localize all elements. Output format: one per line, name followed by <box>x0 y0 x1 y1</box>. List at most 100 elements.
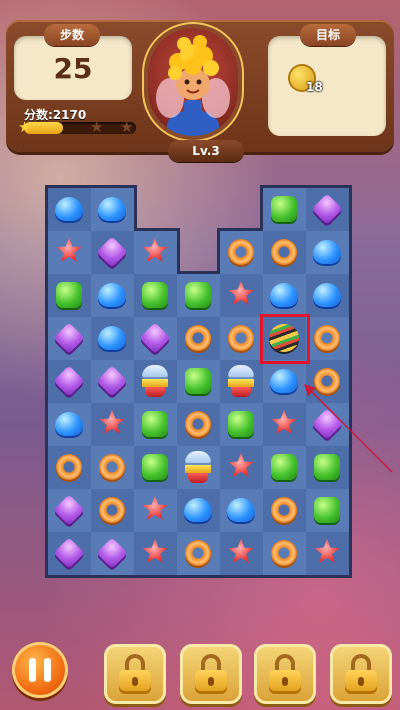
candy-blue[interactable] <box>49 189 89 229</box>
green-candy-icon <box>185 282 211 308</box>
donut-candy-icon <box>271 540 297 566</box>
candy-green[interactable] <box>264 447 304 487</box>
goal-tab: 目标 <box>300 24 356 46</box>
capsule-base <box>145 387 165 397</box>
candy-purple[interactable] <box>92 533 132 573</box>
capsule-base <box>188 473 208 483</box>
star-icon: ★ <box>18 118 32 136</box>
capsule-dome <box>185 451 211 465</box>
candy-blue[interactable] <box>221 490 261 530</box>
blue-candy-icon <box>270 283 298 307</box>
candy-donut[interactable] <box>264 533 304 573</box>
candy-donut[interactable] <box>178 318 218 358</box>
candy-green[interactable] <box>135 447 175 487</box>
candy-green[interactable] <box>178 275 218 315</box>
candy-purple[interactable] <box>49 361 89 401</box>
candy-green[interactable] <box>264 189 304 229</box>
donut-candy-icon <box>271 239 297 265</box>
candy-donut[interactable] <box>264 490 304 530</box>
candy-capsule[interactable] <box>221 361 261 401</box>
candy-blue[interactable] <box>307 232 347 272</box>
locked-booster-slot[interactable] <box>180 644 242 704</box>
purple-candy-icon <box>311 193 343 225</box>
candy-blue[interactable] <box>307 275 347 315</box>
candy-donut[interactable] <box>264 232 304 272</box>
padlock-hole <box>208 677 214 686</box>
star-icon: ★ <box>120 118 134 136</box>
moves-tab: 步数 <box>44 24 100 46</box>
candy-blue[interactable] <box>264 275 304 315</box>
star-icon: ★ <box>90 118 104 136</box>
capsule-base <box>231 387 251 397</box>
candy-purple[interactable] <box>49 490 89 530</box>
capsule-band <box>228 379 254 387</box>
candy-purple[interactable] <box>49 318 89 358</box>
candy-red[interactable] <box>49 232 89 272</box>
candy-donut[interactable] <box>178 404 218 444</box>
candy-green[interactable] <box>221 404 261 444</box>
padlock-icon <box>269 654 301 694</box>
candy-blue[interactable] <box>178 490 218 530</box>
candy-red[interactable] <box>135 533 175 573</box>
pause-icon <box>44 658 51 682</box>
candy-purple[interactable] <box>92 361 132 401</box>
red-candy-icon <box>314 539 340 563</box>
blue-candy-icon <box>313 283 341 307</box>
candy-purple[interactable] <box>135 318 175 358</box>
candy-donut[interactable] <box>92 490 132 530</box>
green-candy-icon <box>314 497 340 523</box>
padlock-hole <box>282 677 288 686</box>
red-candy-icon <box>228 539 254 563</box>
green-candy-icon <box>142 282 168 308</box>
candy-blue[interactable] <box>264 361 304 401</box>
candy-donut[interactable] <box>92 447 132 487</box>
candy-red[interactable] <box>135 490 175 530</box>
blue-candy-icon <box>98 283 126 307</box>
locked-booster-slot[interactable] <box>330 644 392 704</box>
blue-candy-icon <box>270 369 298 393</box>
candy-red[interactable] <box>221 447 261 487</box>
candy-blue[interactable] <box>49 404 89 444</box>
pause-button[interactable] <box>12 642 68 698</box>
candy-green[interactable] <box>135 275 175 315</box>
candy-green[interactable] <box>49 275 89 315</box>
candy-donut[interactable] <box>221 232 261 272</box>
candy-green[interactable] <box>178 361 218 401</box>
locked-booster-slot[interactable] <box>254 644 316 704</box>
green-candy-icon <box>142 411 168 437</box>
purple-candy-icon <box>53 494 85 526</box>
highlighted-candy-frame <box>260 314 310 364</box>
candy-donut[interactable] <box>307 318 347 358</box>
candy-red[interactable] <box>135 232 175 272</box>
padlock-icon <box>195 654 227 694</box>
candy-purple[interactable] <box>49 533 89 573</box>
candy-green[interactable] <box>135 404 175 444</box>
candy-donut[interactable] <box>221 318 261 358</box>
candy-red[interactable] <box>92 404 132 444</box>
candy-green[interactable] <box>307 490 347 530</box>
candy-blue[interactable] <box>92 189 132 229</box>
candy-donut[interactable] <box>178 533 218 573</box>
blue-candy-icon <box>227 498 255 522</box>
candy-capsule[interactable] <box>178 447 218 487</box>
candy-red[interactable] <box>264 404 304 444</box>
candy-red[interactable] <box>221 275 261 315</box>
candy-capsule[interactable] <box>135 361 175 401</box>
candy-donut[interactable] <box>49 447 89 487</box>
capsule-dome <box>228 365 254 379</box>
candy-blue[interactable] <box>92 275 132 315</box>
candy-purple[interactable] <box>92 232 132 272</box>
green-candy-icon <box>142 454 168 480</box>
padlock-icon <box>119 654 151 694</box>
purple-candy-icon <box>53 365 85 397</box>
red-candy-icon <box>142 238 168 262</box>
candy-purple[interactable] <box>307 189 347 229</box>
capsule-dome <box>142 365 168 379</box>
green-candy-icon <box>56 282 82 308</box>
candy-blue[interactable] <box>92 318 132 358</box>
candy-red[interactable] <box>307 533 347 573</box>
locked-booster-slot[interactable] <box>104 644 166 704</box>
score-progress-bar: ★ ★ ★ <box>18 118 136 136</box>
candy-red[interactable] <box>221 533 261 573</box>
donut-candy-icon <box>228 325 254 351</box>
